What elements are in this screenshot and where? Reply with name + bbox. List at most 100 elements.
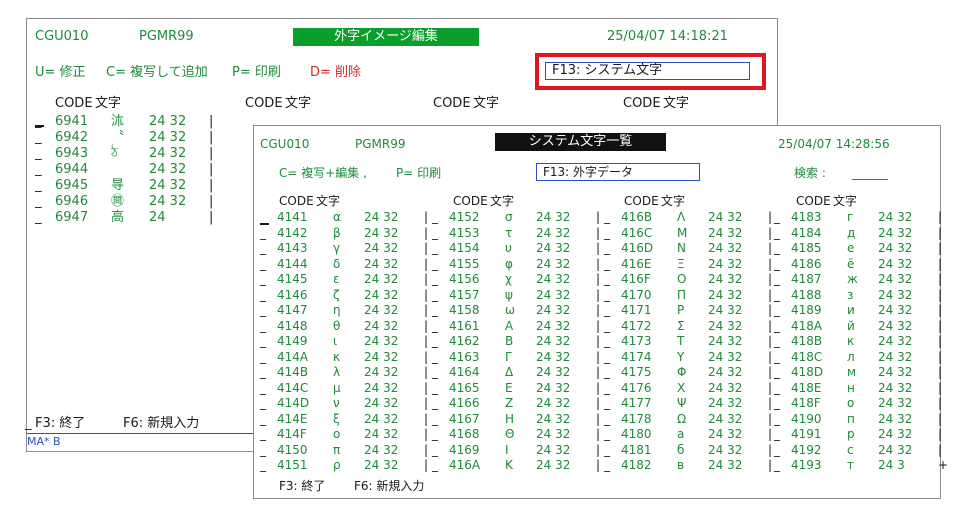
row-code: 4172 (621, 318, 652, 333)
row-char: а (677, 427, 685, 441)
col-header-char-2: 文字 (490, 194, 515, 208)
row-separator: | (938, 225, 943, 240)
col-header-char-4: 文字 (833, 194, 858, 208)
row-underscore: _ (774, 256, 780, 271)
row-size: 24 32 (536, 411, 571, 426)
row-char: Σ (677, 318, 685, 333)
row-separator: | (768, 241, 773, 255)
row-char: Λ (677, 210, 686, 224)
row-size: 24 32 (364, 334, 399, 348)
footer-f6-new-entry[interactable]: F6: 新規入力 (354, 479, 424, 493)
row-underscore: _ (432, 427, 438, 441)
footer-f3-exit[interactable]: F3: 終了 (279, 479, 325, 493)
row-code: 414D (277, 396, 310, 410)
row-code: 4191 (791, 427, 822, 441)
row-underscore: _ (432, 256, 438, 271)
row-char: Y (677, 349, 685, 364)
f13-glyph-data-button[interactable]: F13: 外字データ (536, 163, 700, 181)
row-separator: | (938, 210, 943, 224)
row-code: 4153 (449, 225, 480, 240)
row-separator: | (768, 334, 773, 348)
row-code: 4164 (449, 365, 480, 379)
row-code: 4175 (621, 365, 652, 379)
row-code: 418C (791, 349, 823, 364)
row-char: λ (333, 365, 341, 379)
row-char: X (677, 380, 686, 395)
row-separator: + (938, 458, 949, 472)
footer-f3-exit[interactable]: F3: 終了 (35, 417, 85, 431)
row-code: 4151 (277, 458, 308, 472)
row-separator: | (768, 256, 773, 271)
row-code: 4170 (621, 287, 652, 302)
col-header-code-3: CODE (624, 194, 659, 208)
cmd-modify: U= 修正 (35, 65, 86, 80)
row-separator: | (424, 241, 429, 255)
search-input[interactable] (852, 179, 888, 180)
row-char: л (847, 349, 855, 364)
row-char: B (505, 334, 514, 348)
row-separator: | (938, 349, 943, 364)
col-header-code-2: CODE (245, 96, 283, 111)
row-char: 㳈 (111, 114, 125, 129)
row-separator: | (938, 318, 943, 333)
row-code: 418F (791, 396, 821, 410)
row-underscore: _ (260, 365, 266, 379)
row-separator: | (596, 334, 601, 348)
row-separator: | (596, 396, 601, 410)
row-underscore: _ (35, 194, 42, 209)
row-code: 4152 (449, 210, 480, 224)
row-separator: | (768, 396, 773, 410)
row-separator: | (424, 396, 429, 410)
row-code: 4171 (621, 303, 652, 317)
row-size: 24 32 (536, 318, 571, 333)
row-char: д (847, 225, 856, 240)
col-header-code-4: CODE (796, 194, 831, 208)
row-separator: | (596, 411, 601, 426)
row-char: ё (847, 256, 855, 271)
row-size: 24 32 (536, 349, 571, 364)
row-char: ζ (333, 287, 340, 302)
row-separator: | (424, 365, 429, 379)
row-underscore: _ (604, 210, 610, 224)
row-underscore: _ (35, 178, 42, 193)
row-underscore: _ (260, 458, 266, 472)
row-char: м (847, 365, 857, 379)
row-char: ν (333, 396, 340, 410)
f13-system-chars-button[interactable]: F13: システム文字 (545, 62, 750, 80)
row-separator: | (596, 427, 601, 441)
row-underscore: _ (35, 146, 42, 161)
row-char: 㝵 (111, 178, 125, 193)
row-code: 4143 (277, 241, 308, 255)
row-underscore: _ (774, 210, 780, 224)
row-size: 24 32 (536, 241, 571, 255)
row-separator: | (424, 334, 429, 348)
footer-f6-new-entry[interactable]: F6: 新規入力 (123, 417, 199, 431)
row-separator: | (596, 210, 601, 224)
row-separator: | (209, 130, 214, 145)
row-char: н (847, 380, 855, 395)
row-underscore: _ (260, 334, 266, 348)
row-underscore: _ (774, 349, 780, 364)
row-separator: | (938, 427, 943, 441)
row-char: 高 (111, 210, 125, 225)
row-underscore: _ (604, 256, 610, 271)
row-underscore: _ (260, 256, 266, 271)
row-underscore: _ (260, 396, 266, 410)
row-char: μ (333, 380, 341, 395)
row-char: ρ (333, 458, 341, 472)
row-size: 24 32 (878, 396, 913, 410)
user-id: PGMR99 (139, 29, 194, 44)
row-separator: | (424, 303, 429, 317)
row-size: 24 32 (708, 396, 743, 410)
row-underscore: _ (432, 411, 438, 426)
row-separator: | (938, 303, 943, 317)
row-underscore: _ (260, 380, 266, 395)
row-underscore: _ (260, 225, 266, 240)
row-underscore: _ (604, 334, 610, 348)
row-underscore: _ (604, 427, 610, 441)
row-size: 24 32 (878, 349, 913, 364)
row-separator: | (938, 380, 943, 395)
row-underscore: _ (260, 318, 266, 333)
row-code: 416E (621, 256, 652, 271)
row-size: 24 32 (364, 427, 399, 441)
